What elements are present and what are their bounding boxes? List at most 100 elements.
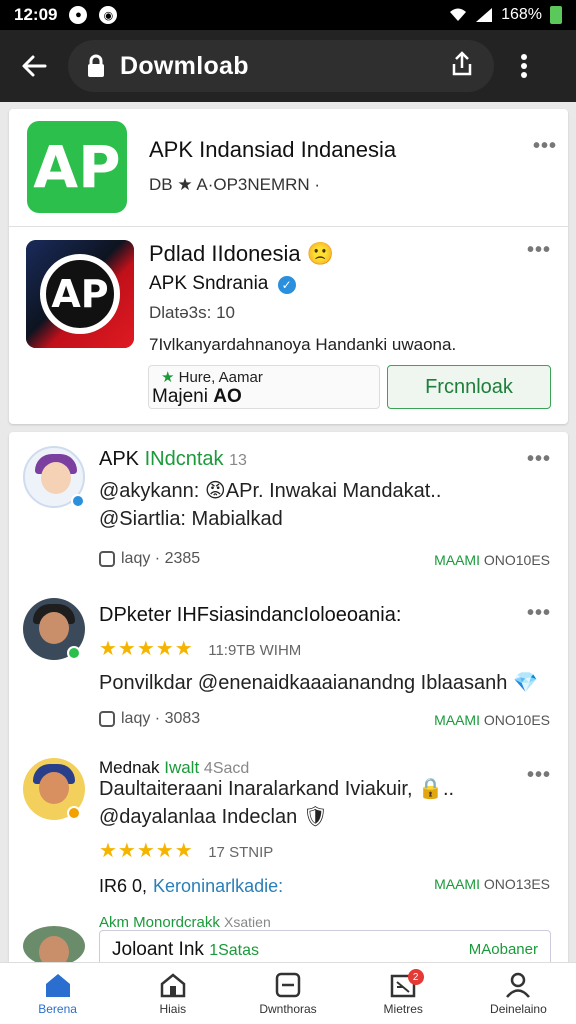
review-text-2: @dayalanlaa Indeclan 🛡 xyxy=(99,806,329,828)
review-meta-prefix: IR6 0, xyxy=(99,876,148,896)
review-author-suffix: 13 xyxy=(229,452,247,469)
avatar[interactable] xyxy=(23,926,85,966)
app-title-2[interactable]: Pdlad IIdonesia 🙁 xyxy=(149,241,334,267)
review-menu-button[interactable]: ••• xyxy=(527,764,551,787)
review-meta: IR6 0, Keroninarlkadie: xyxy=(99,876,283,897)
share-button[interactable] xyxy=(448,50,476,83)
rating-count: 11:9TB WIHM xyxy=(208,642,302,659)
app-logo-dark[interactable]: AP xyxy=(26,240,134,348)
preview-title-text: Joloant Ink xyxy=(112,939,204,960)
comment-icon[interactable] xyxy=(99,551,115,567)
preview-title: Joloant Ink 1Satas xyxy=(112,939,259,961)
review-text: @akykann: 😡APr. Inwakai Mandakat.. xyxy=(99,480,442,502)
nav-label: Berena xyxy=(38,1001,77,1016)
nav-label: Dwnthoras xyxy=(259,1001,317,1016)
url-text: Dowmloab xyxy=(120,51,249,80)
divider xyxy=(9,226,568,227)
review-date: MAAMI ONO10ES xyxy=(434,712,550,728)
review-date-green: MAAMI xyxy=(434,876,480,892)
download-button[interactable]: Frcnnloak xyxy=(387,365,551,409)
notification-icon: ● xyxy=(69,6,88,24)
nav-label: Mietres xyxy=(383,1001,423,1016)
rating-stars: ★★★★★ xyxy=(99,638,194,660)
review-date: MAAMI ONO10ES xyxy=(434,552,550,568)
tag-line1-prefix: Hure, xyxy=(178,369,216,386)
review-author[interactable]: Mednak Iwalt 4Sacd xyxy=(99,758,249,778)
review-author-name: APK xyxy=(99,448,140,470)
tag-line2-prefix: Majeni xyxy=(152,386,208,407)
review-author[interactable]: Akm Monordcrakk Xsatien xyxy=(99,914,271,931)
app-title-1[interactable]: APK Indansiad Indanesia xyxy=(149,137,396,163)
review-text: Ponvilkdar @enenaidkaaaianandng Iblaasan… xyxy=(99,672,538,694)
review-author-highlight: Iwalt xyxy=(164,758,200,777)
nav-item-home[interactable]: Berena xyxy=(0,963,115,1024)
minus-box-icon xyxy=(275,972,301,997)
notification-icon-2: ◉ xyxy=(99,6,118,24)
status-bar: 12:09 ● ◉ 168% xyxy=(0,0,576,30)
review-date-gray: ONO13ES xyxy=(483,876,550,892)
comment-icon[interactable] xyxy=(99,711,115,727)
house-outline-icon xyxy=(160,972,186,997)
nav-item-profile[interactable]: Deinelaino xyxy=(461,963,576,1024)
review-date-green: MAAMI xyxy=(434,712,480,728)
app-developer-2: APK Sndrania ✓ xyxy=(149,273,296,295)
nav-item-downloads[interactable]: Dwnthoras xyxy=(230,963,345,1024)
home-icon xyxy=(45,973,70,997)
overflow-menu-button[interactable] xyxy=(494,53,554,79)
person-icon xyxy=(506,972,531,998)
avatar-badge xyxy=(71,494,85,508)
verified-icon: ✓ xyxy=(277,276,296,294)
tag-line1-label: Aamar xyxy=(218,369,263,386)
status-time: 12:09 xyxy=(14,5,58,24)
review-meta: laqy · 2385 xyxy=(99,550,200,568)
review-menu-button[interactable]: ••• xyxy=(527,602,551,625)
back-button[interactable] xyxy=(0,30,68,102)
review-meta-link[interactable]: Keroninarlkadie: xyxy=(153,876,283,897)
preview-right: MAobaner xyxy=(468,941,538,958)
lock-icon xyxy=(86,54,108,78)
app-list-card: AP APK Indansiad Indanesia DB ★ A·OP3NEM… xyxy=(9,109,568,424)
nav-label: Deinelaino xyxy=(490,1001,547,1016)
review-author[interactable]: APK INdcntak 13 xyxy=(99,448,247,471)
app-logo-green[interactable]: AP xyxy=(27,121,127,213)
nav-item-hiais[interactable]: Hiais xyxy=(115,963,230,1024)
app-menu-button-2[interactable]: ••• xyxy=(527,239,551,262)
app-description-2: 7Ivlkanyardahnanoya Handanki uwaona. xyxy=(149,335,457,354)
app-downloads-2: Dlatə3s: 10 xyxy=(149,303,235,322)
rating-stars: ★★★★★ xyxy=(99,840,194,862)
review-author-suffix: Xsatien xyxy=(224,914,271,930)
avatar-badge xyxy=(67,646,81,660)
review-author-highlight: INdcntak xyxy=(144,448,224,470)
rating-count: 17 STNIP xyxy=(208,844,274,861)
app-subtitle-1: DB ★ A·OP3NEMRN · xyxy=(149,175,321,194)
tag-line-2: Majeni AO xyxy=(152,386,242,408)
url-bar[interactable]: Dowmloab xyxy=(68,40,494,92)
review-date-gray: ONO10ES xyxy=(483,712,550,728)
share-icon xyxy=(452,50,472,75)
review-rating: ★★★★★ 17 STNIP xyxy=(99,838,273,863)
review-date: MAAMI ONO13ES xyxy=(434,876,550,892)
bottom-navigation: Berena Hiais Dwnthoras 2 Mietres Deinela… xyxy=(0,962,576,1024)
nav-label: Hiais xyxy=(159,1001,187,1016)
app-tag-box: ★ Hure, Aamar Majeni AO xyxy=(148,365,380,409)
more-vert-icon xyxy=(521,54,527,78)
review-date-gray: ONO10ES xyxy=(483,552,550,568)
app-menu-button-1[interactable]: ••• xyxy=(533,135,557,158)
review-date-green: MAAMI xyxy=(434,552,480,568)
wifi-icon xyxy=(450,8,467,21)
nav-item-mietres[interactable]: 2 Mietres xyxy=(346,963,461,1024)
review-meta: laqy · 3083 xyxy=(99,710,200,728)
reviews-card: APK INdcntak 13 ••• @akykann: 😡APr. Inwa… xyxy=(9,432,568,972)
review-author-suffix: 4Sacd xyxy=(203,760,250,777)
review-author[interactable]: DPketer IHFsiasindancIoloeoania: xyxy=(99,604,401,627)
review-meta-text: laqy · 2385 xyxy=(121,550,201,567)
browser-toolbar: Dowmloab xyxy=(0,30,576,102)
review-menu-button[interactable]: ••• xyxy=(527,448,551,471)
review-text-2: @Siartlia: Mabialkad xyxy=(99,508,283,530)
review-meta-text: laqy · 3083 xyxy=(121,710,201,727)
tag-line2-value: AO xyxy=(213,386,242,407)
avatar-badge xyxy=(67,806,81,820)
review-rating: ★★★★★ 11:9TB WIHM xyxy=(99,636,301,661)
star-icon: ★ xyxy=(161,369,175,386)
preview-title-highlight: 1Satas xyxy=(209,942,259,959)
